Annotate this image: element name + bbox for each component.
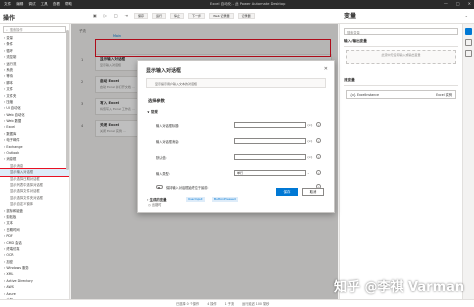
maximize-button[interactable]: □ — [456, 1, 460, 6]
topmost-toggle-label: 保持输入对话框始终位于最前: — [166, 186, 209, 190]
title-variable-icon[interactable]: {x} — [307, 123, 313, 127]
toolbar-stop-button[interactable]: 停止 — [170, 13, 185, 19]
flow-variables-header[interactable]: 流变量 — [344, 78, 458, 86]
title-field[interactable] — [234, 122, 306, 128]
cancel-button[interactable]: 取消 — [302, 188, 324, 196]
close-icon[interactable]: ✕ — [324, 66, 328, 72]
toolbar-save-button[interactable]: 保存 — [134, 13, 149, 19]
message-field[interactable] — [234, 138, 306, 144]
title-info-icon[interactable]: i — [316, 122, 321, 127]
menu-edit[interactable]: 编辑 — [16, 2, 23, 7]
window-title: Excel 自动化 - 此 Power Automate Desktop — [210, 2, 286, 6]
status-actions: 4 操作 — [207, 302, 217, 306]
on-error-link[interactable]: ◷ 出错时 — [148, 202, 161, 207]
flow-variable-name: {x} ExcelInstance — [350, 92, 379, 97]
toolbar-icons: ▣ ▷ □ ⇥ — [93, 13, 128, 18]
menu-help[interactable]: 帮助 — [65, 2, 72, 7]
dialog-title: 显示输入对话框 — [146, 68, 182, 74]
input-type-select[interactable]: 单行 — [234, 170, 306, 176]
default-value-field[interactable] — [234, 154, 306, 160]
step-icon[interactable]: ⇥ — [125, 13, 128, 18]
run-icon[interactable]: ▷ — [104, 13, 107, 18]
status-subflows: 1 子流 — [224, 302, 235, 306]
toolbar-run-button[interactable]: 运行 — [152, 13, 167, 19]
menu-bar: 文件 编辑 调试 工具 查看 帮助 — [0, 2, 72, 7]
input-type-chevron-icon[interactable]: ⌄ — [307, 171, 310, 175]
web-recorder-button[interactable]: Web 记录器 — [209, 13, 234, 19]
general-group-toggle[interactable]: ∨ 常规 — [147, 109, 158, 114]
actions-sidebar: ⌕ 搜索操作 › 变量 › 条件 › 循环 › 流控制 › 运行流 › 系统 › 等待 › 脚… — [0, 24, 70, 299]
stop-icon[interactable]: □ — [114, 13, 118, 18]
title-bar: 文件 编辑 调试 工具 查看 帮助 Excel 自动化 - 此 Power Au… — [0, 0, 474, 9]
watermark-text: 知乎 @李祺 Varman — [334, 280, 465, 295]
close-window-button[interactable]: ✕ — [468, 1, 471, 6]
ui-elements-icon[interactable] — [465, 39, 472, 46]
message-info-icon[interactable]: i — [316, 138, 321, 143]
action-search-placeholder: 搜索操作 — [9, 28, 23, 32]
default-value-label: 默认值: — [156, 156, 167, 160]
variables-pane-title: 变量 — [344, 13, 357, 20]
minimize-button[interactable]: — — [444, 1, 448, 6]
desktop-recorder-button[interactable]: 记录器 — [237, 13, 255, 19]
variables-panel: 搜索变量 输入/输出变量 此流中无任何输入或输出变量 流变量 {x} Excel… — [339, 24, 462, 299]
search-icon: ⌕ — [6, 27, 8, 32]
status-bar: 已选择 0 个操作 4 操作 1 子流 运行延迟 100 毫秒 — [0, 299, 474, 307]
variable-chip-userinput[interactable]: UserInput — [186, 197, 205, 202]
menu-debug[interactable]: 调试 — [28, 2, 35, 7]
menu-file[interactable]: 文件 — [4, 2, 11, 7]
topmost-toggle[interactable] — [156, 185, 163, 189]
variables-icon[interactable] — [465, 28, 472, 35]
default-info-icon[interactable]: i — [316, 154, 321, 159]
variable-chip-buttonpressed[interactable]: ButtonPressed — [212, 197, 238, 202]
message-variable-icon[interactable]: {x} — [307, 139, 313, 143]
flow-variable-item[interactable]: {x} ExcelInstance Excel 实例 — [346, 90, 456, 99]
input-type-info-icon[interactable]: i — [316, 170, 321, 175]
images-icon[interactable] — [465, 50, 472, 57]
default-variable-icon[interactable]: {x} — [307, 155, 313, 159]
sidebar-scrollbar[interactable] — [66, 30, 69, 170]
window-controls: — □ ✕ — [444, 1, 471, 6]
parameters-heading: 选择参数 — [148, 98, 165, 103]
zhihu-watermark: 知乎 @李祺 Varman — [334, 276, 465, 295]
right-icon-rail — [462, 24, 474, 299]
dialog-description: 显示提示用户输入文本的对话框 — [146, 78, 326, 88]
status-run-delay: 运行延迟 100 毫秒 — [242, 302, 270, 306]
input-dialog-config: 显示输入对话框 ✕ 显示提示用户输入文本的对话框 选择参数 ∨ 常规 输入对话框… — [137, 60, 335, 213]
collapse-chevron-icon[interactable]: ⌄ — [465, 13, 468, 18]
toolbar-next-button[interactable]: 下一步 — [188, 13, 206, 19]
flow-variable-type: Excel 实例 — [436, 93, 452, 97]
message-field-label: 输入对话框消息: — [156, 140, 180, 144]
menu-view[interactable]: 查看 — [53, 2, 60, 7]
title-field-label: 输入对话框标题: — [156, 124, 180, 128]
variable-search-input[interactable]: 搜索变量 — [344, 28, 458, 35]
io-variables-empty: 此流中无任何输入或输出变量 — [346, 50, 456, 64]
save-button[interactable]: 保存 — [276, 188, 298, 196]
menu-tools[interactable]: 工具 — [41, 2, 48, 7]
io-variables-header[interactable]: 输入/输出变量 — [344, 39, 458, 47]
toolbar-buttons: 保存 运行 停止 下一步 Web 记录器 记录器 — [134, 13, 255, 19]
actions-pane-title: 操作 — [3, 15, 16, 22]
action-search-input[interactable]: ⌕ 搜索操作 — [3, 26, 66, 33]
toolbar: 操作 ▣ ▷ □ ⇥ 保存 运行 停止 下一步 Web 记录器 记录器 ⌄ — [0, 9, 474, 24]
status-selected: 已选择 0 个操作 — [176, 302, 200, 306]
input-type-label: 输入类型: — [156, 172, 170, 176]
action-tree: › 变量 › 条件 › 循环 › 流控制 › 运行流 › 系统 › 等待 › 脚本 › 文件 › … — [0, 35, 69, 299]
save-icon[interactable]: ▣ — [93, 13, 97, 18]
